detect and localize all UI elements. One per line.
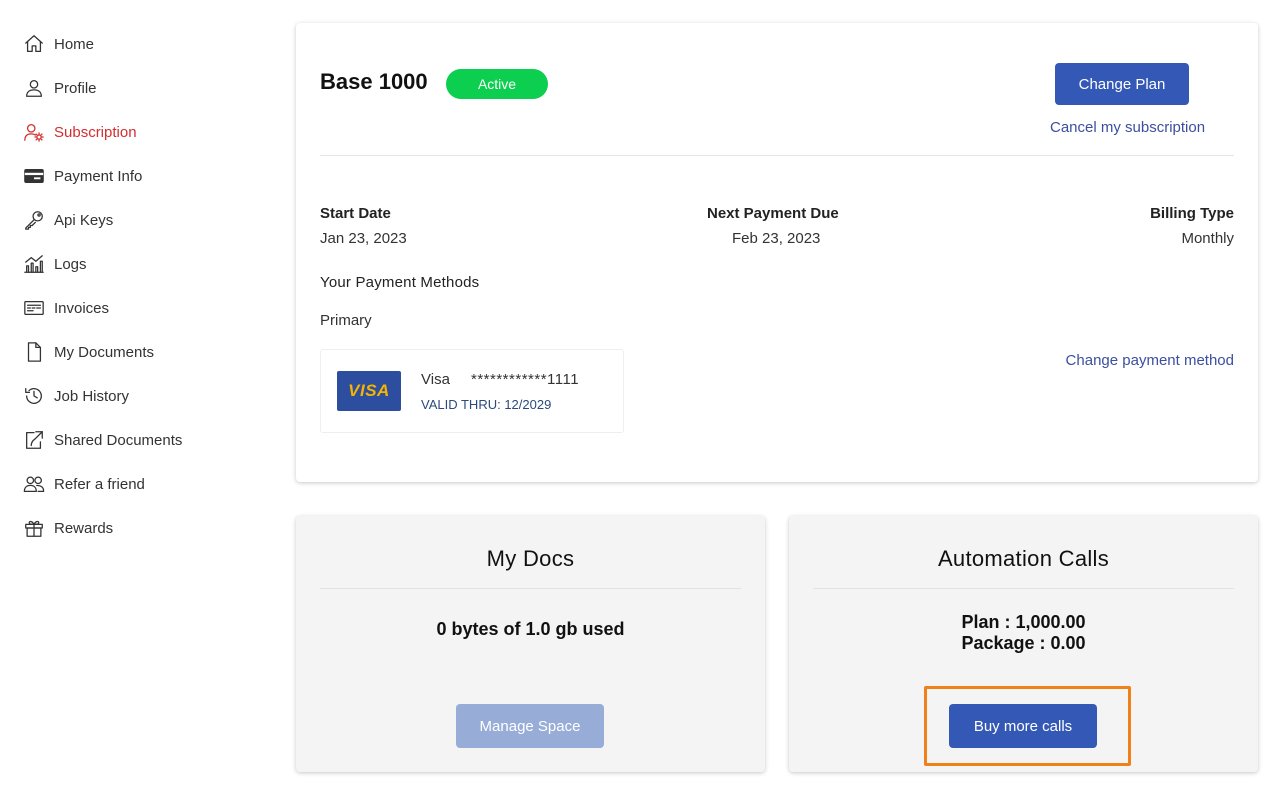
next-payment-label: Next Payment Due bbox=[707, 205, 839, 222]
start-date-value: Jan 23, 2023 bbox=[320, 230, 407, 247]
change-payment-method-link[interactable]: Change payment method bbox=[1066, 352, 1234, 369]
user-gear-icon bbox=[22, 120, 46, 144]
visa-logo-icon: VISA bbox=[337, 371, 401, 411]
share-icon bbox=[22, 428, 46, 452]
payment-methods-title: Your Payment Methods bbox=[320, 274, 480, 291]
user-icon bbox=[22, 76, 46, 100]
sidebar-item-home[interactable]: Home bbox=[0, 22, 270, 66]
automation-calls-card: Automation Calls Plan : 1,000.00 Package… bbox=[789, 516, 1258, 772]
sidebar-item-label: Subscription bbox=[54, 123, 137, 141]
next-payment-value: Feb 23, 2023 bbox=[732, 230, 821, 247]
sidebar-item-payment-info[interactable]: Payment Info bbox=[0, 154, 270, 198]
sidebar-item-label: Rewards bbox=[54, 519, 114, 537]
sidebar-item-label: Profile bbox=[54, 79, 97, 97]
sidebar-item-profile[interactable]: Profile bbox=[0, 66, 270, 110]
sidebar-item-label: Payment Info bbox=[54, 167, 143, 185]
package-calls: Package : 0.00 bbox=[961, 633, 1086, 653]
sidebar-item-rewards[interactable]: Rewards bbox=[0, 506, 270, 550]
change-plan-button[interactable]: Change Plan bbox=[1055, 63, 1189, 105]
sidebar-item-job-history[interactable]: Job History bbox=[0, 374, 270, 418]
sidebar-item-shared-documents[interactable]: Shared Documents bbox=[0, 418, 270, 462]
chart-icon bbox=[22, 252, 46, 276]
sidebar-item-my-documents[interactable]: My Documents bbox=[0, 330, 270, 374]
sidebar: Home Profile Subscription Payment Info A… bbox=[0, 0, 270, 790]
users-icon bbox=[22, 472, 46, 496]
card-number: ************1111 bbox=[471, 371, 580, 388]
sidebar-item-logs[interactable]: Logs bbox=[0, 242, 270, 286]
manage-space-button[interactable]: Manage Space bbox=[456, 704, 604, 748]
my-docs-title: My Docs bbox=[486, 546, 575, 571]
billing-type-label: Billing Type bbox=[1150, 205, 1234, 222]
invoice-icon bbox=[22, 296, 46, 320]
sidebar-item-label: My Documents bbox=[54, 343, 155, 361]
history-icon bbox=[22, 384, 46, 408]
sidebar-item-label: Api Keys bbox=[54, 211, 114, 229]
payment-card: VISA Visa ************1111 VALID THRU: 1… bbox=[320, 349, 624, 433]
plan-name: Base 1000 bbox=[320, 69, 428, 94]
gift-icon bbox=[22, 516, 46, 540]
sidebar-item-api-keys[interactable]: Api Keys bbox=[0, 198, 270, 242]
home-icon bbox=[22, 32, 46, 56]
key-icon bbox=[22, 208, 46, 232]
buy-more-calls-button[interactable]: Buy more calls bbox=[949, 704, 1097, 748]
primary-label: Primary bbox=[320, 312, 372, 329]
my-docs-card: My Docs 0 bytes of 1.0 gb used Manage Sp… bbox=[296, 516, 765, 772]
sidebar-item-subscription[interactable]: Subscription bbox=[0, 110, 270, 154]
sidebar-item-label: Shared Documents bbox=[54, 431, 183, 449]
storage-usage: 0 bytes of 1.0 gb used bbox=[436, 619, 625, 639]
card-valid-thru: VALID THRU: 12/2029 bbox=[421, 397, 552, 412]
sidebar-item-invoices[interactable]: Invoices bbox=[0, 286, 270, 330]
card-brand: Visa bbox=[421, 371, 450, 388]
cancel-subscription-link[interactable]: Cancel my subscription bbox=[1050, 119, 1205, 136]
automation-calls-title: Automation Calls bbox=[937, 546, 1110, 571]
sidebar-item-refer-a-friend[interactable]: Refer a friend bbox=[0, 462, 270, 506]
sidebar-item-label: Refer a friend bbox=[54, 475, 145, 493]
start-date-label: Start Date bbox=[320, 205, 391, 222]
divider bbox=[320, 588, 741, 589]
divider bbox=[813, 588, 1234, 589]
subscription-card: Base 1000 Active Change Plan Cancel my s… bbox=[296, 23, 1258, 482]
status-badge: Active bbox=[446, 69, 548, 99]
credit-card-icon bbox=[22, 164, 46, 188]
sidebar-item-label: Home bbox=[54, 35, 95, 53]
plan-calls: Plan : 1,000.00 bbox=[961, 612, 1086, 632]
sidebar-item-label: Invoices bbox=[54, 299, 110, 317]
sidebar-item-label: Logs bbox=[54, 255, 87, 273]
document-icon bbox=[22, 340, 46, 364]
billing-type-value: Monthly bbox=[1181, 230, 1234, 247]
sidebar-item-label: Job History bbox=[54, 387, 130, 405]
divider bbox=[320, 155, 1234, 156]
